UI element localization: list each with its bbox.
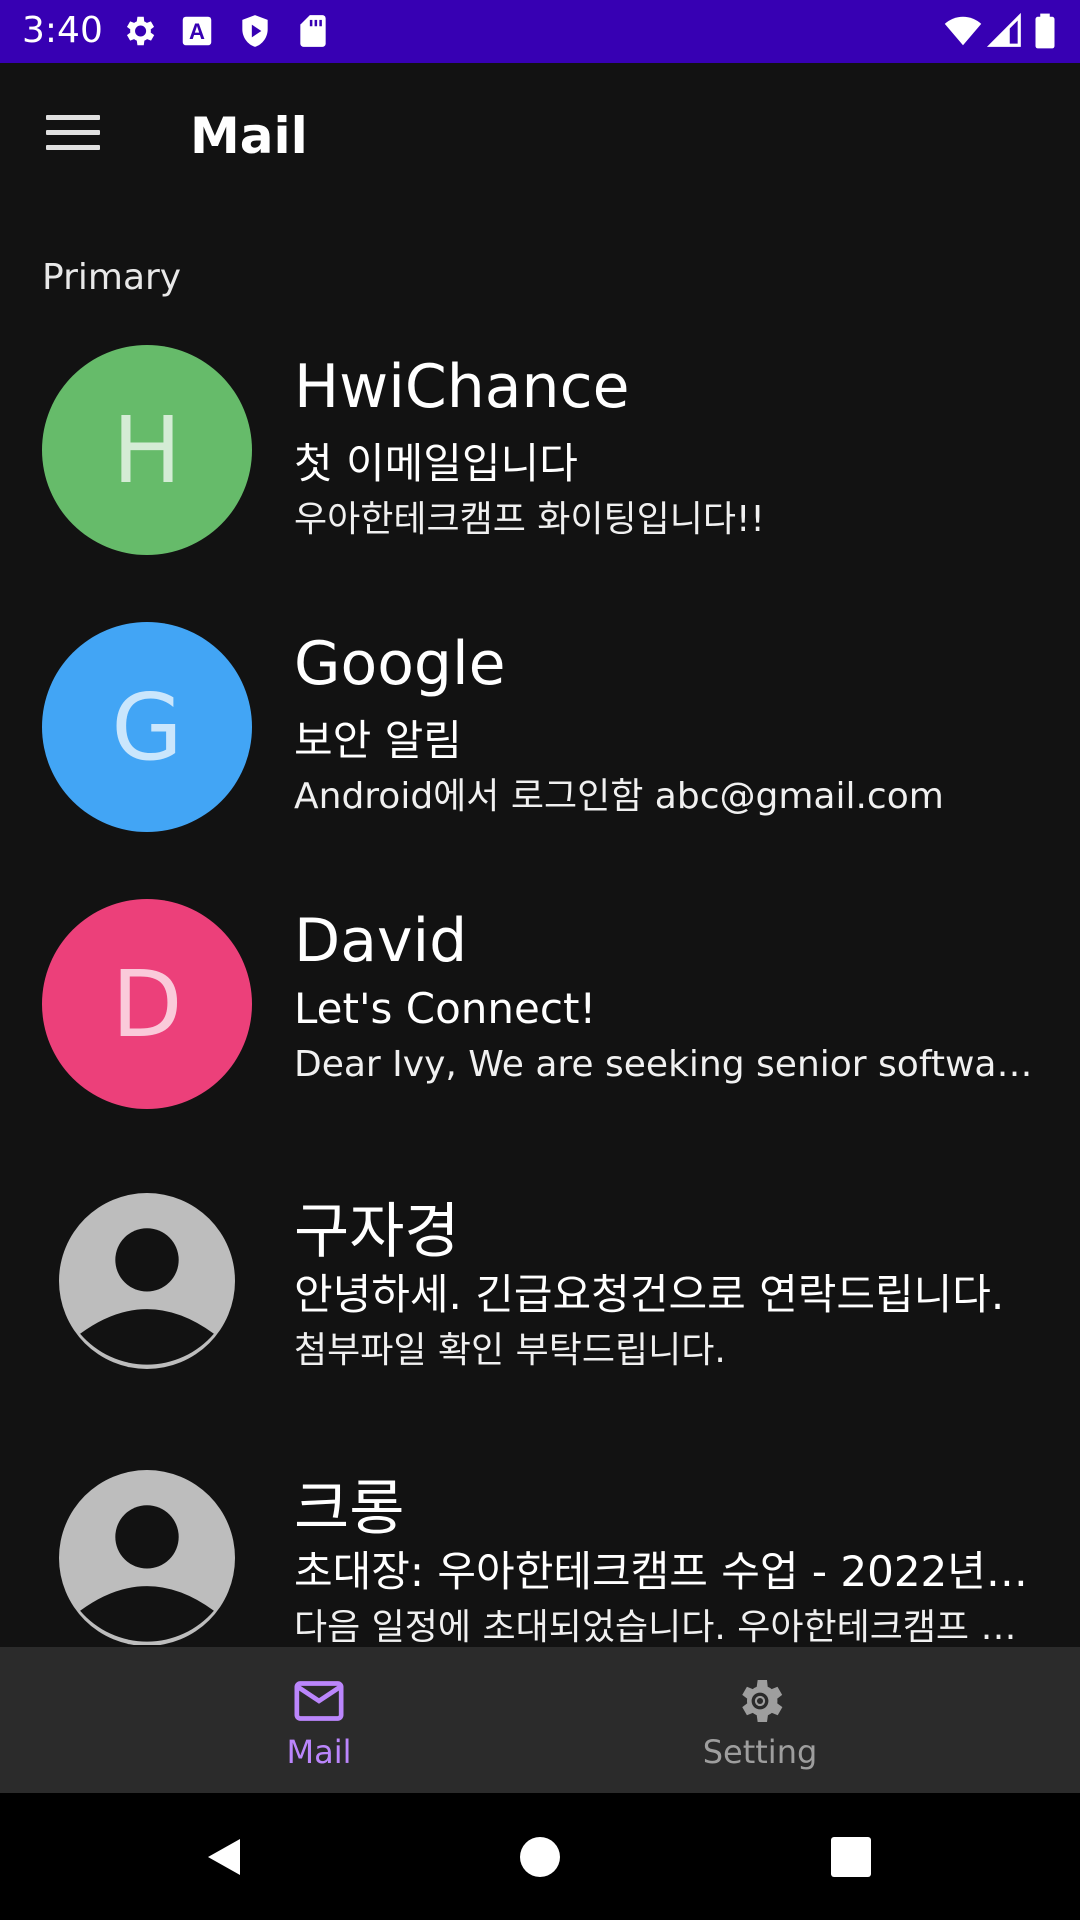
- battery-icon: [1035, 13, 1055, 49]
- app-bar: Mail: [0, 63, 1080, 213]
- menu-icon[interactable]: [46, 115, 100, 161]
- wifi-icon: [944, 16, 982, 46]
- mail-subject: Let's Connect!: [294, 984, 597, 1033]
- nav-item-mail[interactable]: Mail: [169, 1647, 469, 1793]
- mail-preview: 첨부파일 확인 부탁드립니다.: [294, 1330, 726, 1371]
- mail-item[interactable]: 구자경 안녕하세. 긴급요청건으로 연락드립니다. 첨부파일 확인 부탁드립니다…: [0, 1171, 1080, 1448]
- home-icon[interactable]: [516, 1833, 564, 1881]
- mail-subject: 초대장: 우아한테크캠프 수업 - 2022년 7월: [294, 1547, 1034, 1596]
- bottom-navigation: Mail Setting: [0, 1647, 1080, 1793]
- cell-signal-icon: [986, 12, 1021, 47]
- mail-preview: 다음 일정에 초대되었습니다. 우아한테크캠프 수업: [294, 1607, 1034, 1645]
- avatar: H: [42, 345, 252, 555]
- back-icon[interactable]: [200, 1833, 248, 1881]
- mail-sender: HwiChance: [294, 352, 630, 422]
- mail-list: H HwiChance 첫 이메일입니다 우아한테크캠프 화이팅입니다!! G …: [0, 340, 1080, 1645]
- mail-icon: [294, 1681, 344, 1721]
- mail-sender: 구자경: [294, 1197, 460, 1267]
- avatar-letter: G: [111, 673, 183, 781]
- mail-sender: Google: [294, 629, 506, 699]
- mail-sender: 크롱: [294, 1474, 405, 1544]
- menu-icon-bar: [46, 130, 100, 135]
- nav-label-setting: Setting: [702, 1733, 818, 1771]
- a-badge-icon: A: [182, 16, 212, 46]
- mail-subject: 첫 이메일입니다: [294, 439, 578, 488]
- status-time: 3:40: [22, 10, 103, 51]
- avatar-letter: H: [112, 396, 182, 504]
- menu-icon-bar: [46, 115, 100, 120]
- mail-sender: David: [294, 906, 468, 976]
- nav-label-mail: Mail: [286, 1733, 352, 1771]
- gear-icon: [742, 1680, 783, 1722]
- menu-icon-bar: [46, 145, 100, 150]
- svg-text:A: A: [189, 19, 205, 44]
- recents-icon[interactable]: [827, 1833, 875, 1881]
- person-avatar-icon: [59, 1193, 235, 1369]
- person-avatar-icon: [59, 1470, 235, 1645]
- avatar-letter: D: [111, 950, 183, 1058]
- mail-item[interactable]: D David Let's Connect! Dear Ivy, We are …: [0, 894, 1080, 1171]
- avatar: G: [42, 622, 252, 832]
- mail-item[interactable]: H HwiChance 첫 이메일입니다 우아한테크캠프 화이팅입니다!!: [0, 340, 1080, 617]
- mail-preview: Dear Ivy, We are seeking senior software…: [294, 1044, 1034, 1085]
- nav-item-setting[interactable]: Setting: [610, 1647, 910, 1793]
- section-label: Primary: [42, 257, 182, 298]
- shield-play-icon: [242, 15, 268, 47]
- avatar: D: [42, 899, 252, 1109]
- page-title: Mail: [190, 107, 308, 165]
- mail-subject: 안녕하세. 긴급요청건으로 연락드립니다.: [294, 1270, 1005, 1319]
- sd-card-icon: [300, 15, 326, 47]
- system-navigation-bar: [0, 1793, 1080, 1920]
- mail-item[interactable]: G Google 보안 알림 Android에서 로그인함 abc@gmail.…: [0, 617, 1080, 894]
- settings-gear-icon: [126, 16, 155, 46]
- mail-subject: 보안 알림: [294, 716, 462, 765]
- status-bar: 3:40 A: [0, 0, 1080, 63]
- mail-preview: Android에서 로그인함 abc@gmail.com: [294, 776, 944, 817]
- mail-preview: 우아한테크캠프 화이팅입니다!!: [294, 499, 765, 540]
- mail-item[interactable]: 크롱 초대장: 우아한테크캠프 수업 - 2022년 7월 다음 일정에 초대되…: [0, 1448, 1080, 1645]
